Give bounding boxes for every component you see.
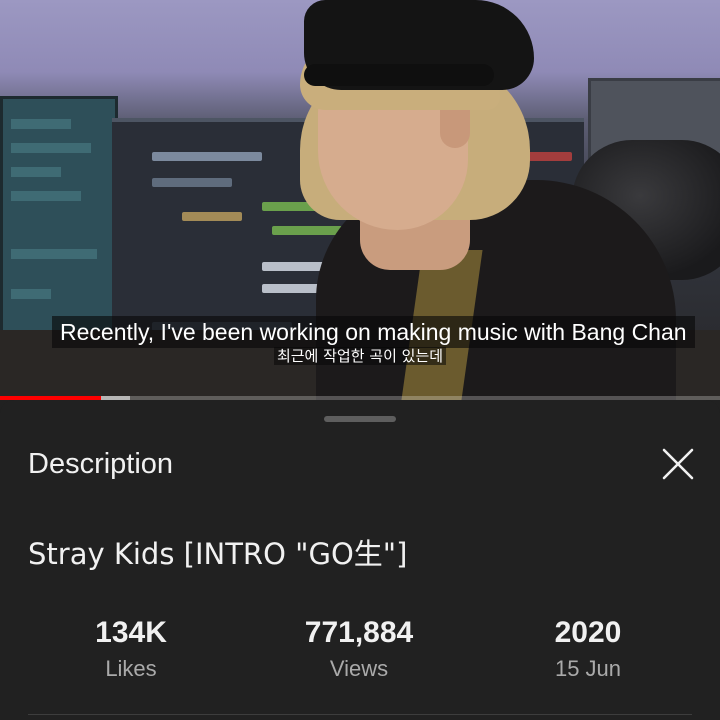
stat-value: 771,884: [304, 616, 414, 649]
stat-views: 771,884 Views: [239, 614, 479, 684]
video-player[interactable]: Recently, I've been working on making mu…: [0, 0, 720, 400]
divider: [28, 714, 692, 715]
caption-korean-text: 최근에 작업한 곡이 있는데: [273, 347, 447, 365]
person-beret-brim: [304, 64, 494, 86]
stat-date: 2020 15 Jun: [468, 614, 708, 684]
close-button[interactable]: [656, 442, 700, 486]
stat-value: 134K: [95, 616, 167, 649]
stat-label: Likes: [105, 656, 157, 681]
video-title: Stray Kids [INTRO "GO生"]: [28, 537, 408, 571]
close-icon: [662, 448, 694, 480]
stat-likes: 134K Likes: [11, 614, 251, 684]
drag-handle[interactable]: [324, 416, 396, 422]
caption-korean: 최근에 작업한 곡이 있는데: [0, 346, 720, 366]
caption-english: Recently, I've been working on making mu…: [52, 316, 695, 348]
description-sheet: Description Stray Kids [INTRO "GO生"] 134…: [0, 400, 720, 720]
stat-label: Views: [329, 656, 389, 681]
stat-label: 15 Jun: [554, 656, 622, 681]
stat-value: 2020: [554, 616, 622, 649]
sheet-title: Description: [28, 448, 174, 480]
